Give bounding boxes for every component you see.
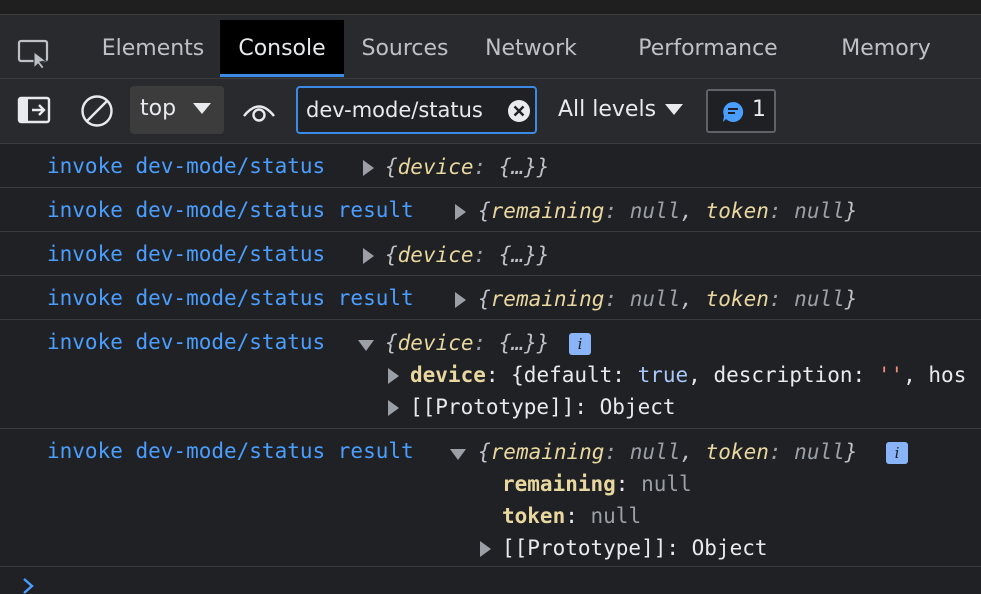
console-output: invoke dev-mode/status {device: {…}} inv… xyxy=(0,144,981,594)
message-icon xyxy=(723,101,744,122)
expand-arrow-icon[interactable] xyxy=(388,368,399,384)
object-preview[interactable]: {device: {…}} xyxy=(385,331,549,355)
message-text: invoke dev-mode/status xyxy=(47,154,326,178)
object-preview[interactable]: {device: {…}} xyxy=(385,155,549,179)
object-preview[interactable]: {remaining: null, token: null} xyxy=(478,199,857,223)
clear-console-icon[interactable] xyxy=(80,94,114,128)
console-toolbar: top All levels 1 xyxy=(0,79,981,144)
issues-counter-button[interactable]: 1 xyxy=(706,89,776,133)
filter-input[interactable] xyxy=(306,96,502,124)
expand-arrow-icon[interactable] xyxy=(363,248,374,264)
info-icon[interactable]: i xyxy=(569,333,591,355)
object-preview[interactable]: {remaining: null, token: null} xyxy=(478,287,857,311)
console-message-row-expanded[interactable]: invoke dev-mode/status result {remaining… xyxy=(0,429,981,567)
console-message-row-expanded[interactable]: invoke dev-mode/status {device: {…}} i d… xyxy=(0,320,981,429)
log-levels-dropdown[interactable]: All levels xyxy=(558,97,656,122)
live-expression-eye-icon[interactable] xyxy=(241,99,277,123)
console-prompt-chevron-icon[interactable] xyxy=(18,576,38,594)
object-preview[interactable]: {remaining: null, token: null} xyxy=(478,440,857,464)
message-text: invoke dev-mode/status result xyxy=(47,439,414,463)
chevron-down-icon[interactable] xyxy=(665,104,683,115)
property-prototype[interactable]: [[Prototype]]: Object xyxy=(410,395,676,419)
property-device[interactable]: device: {default: true, description: '',… xyxy=(410,363,966,387)
context-label: top xyxy=(140,96,177,121)
tab-network[interactable]: Network xyxy=(470,20,592,77)
inspect-element-icon[interactable] xyxy=(17,39,51,69)
console-message-row[interactable]: invoke dev-mode/status result {remaining… xyxy=(0,188,981,232)
expand-arrow-icon[interactable] xyxy=(455,204,466,220)
message-text: invoke dev-mode/status result xyxy=(47,198,414,222)
window-top-strip xyxy=(0,0,981,15)
collapse-arrow-icon[interactable] xyxy=(358,340,374,351)
message-text: invoke dev-mode/status result xyxy=(47,286,414,310)
tab-performance[interactable]: Performance xyxy=(630,20,786,77)
tab-elements[interactable]: Elements xyxy=(90,20,216,77)
message-text: invoke dev-mode/status xyxy=(47,242,326,266)
collapse-arrow-icon[interactable] xyxy=(450,449,466,460)
expand-arrow-icon[interactable] xyxy=(363,160,374,176)
clear-filter-icon[interactable] xyxy=(507,99,531,123)
info-icon[interactable]: i xyxy=(886,442,908,464)
console-message-row[interactable]: invoke dev-mode/status result {remaining… xyxy=(0,276,981,320)
context-selector[interactable]: top xyxy=(130,86,224,134)
tab-memory[interactable]: Memory xyxy=(830,20,942,77)
expand-arrow-icon[interactable] xyxy=(388,400,399,416)
object-preview[interactable]: {device: {…}} xyxy=(385,243,549,267)
console-message-row[interactable]: invoke dev-mode/status {device: {…}} xyxy=(0,144,981,188)
filter-box xyxy=(296,86,537,134)
expand-arrow-icon[interactable] xyxy=(480,541,491,557)
expand-arrow-icon[interactable] xyxy=(455,292,466,308)
tab-sources[interactable]: Sources xyxy=(350,20,460,77)
chevron-down-icon xyxy=(193,103,211,114)
property-remaining: remaining: null xyxy=(502,472,692,496)
console-message-row[interactable]: invoke dev-mode/status {device: {…}} xyxy=(0,232,981,276)
property-token: token: null xyxy=(502,504,642,528)
property-prototype[interactable]: [[Prototype]]: Object xyxy=(502,536,768,560)
message-text: invoke dev-mode/status xyxy=(47,330,326,354)
sidebar-toggle-icon[interactable] xyxy=(17,96,51,124)
issues-count: 1 xyxy=(752,97,766,122)
tab-console[interactable]: Console xyxy=(220,20,344,77)
devtools-tab-bar: Elements Console Sources Network Perform… xyxy=(0,15,981,79)
